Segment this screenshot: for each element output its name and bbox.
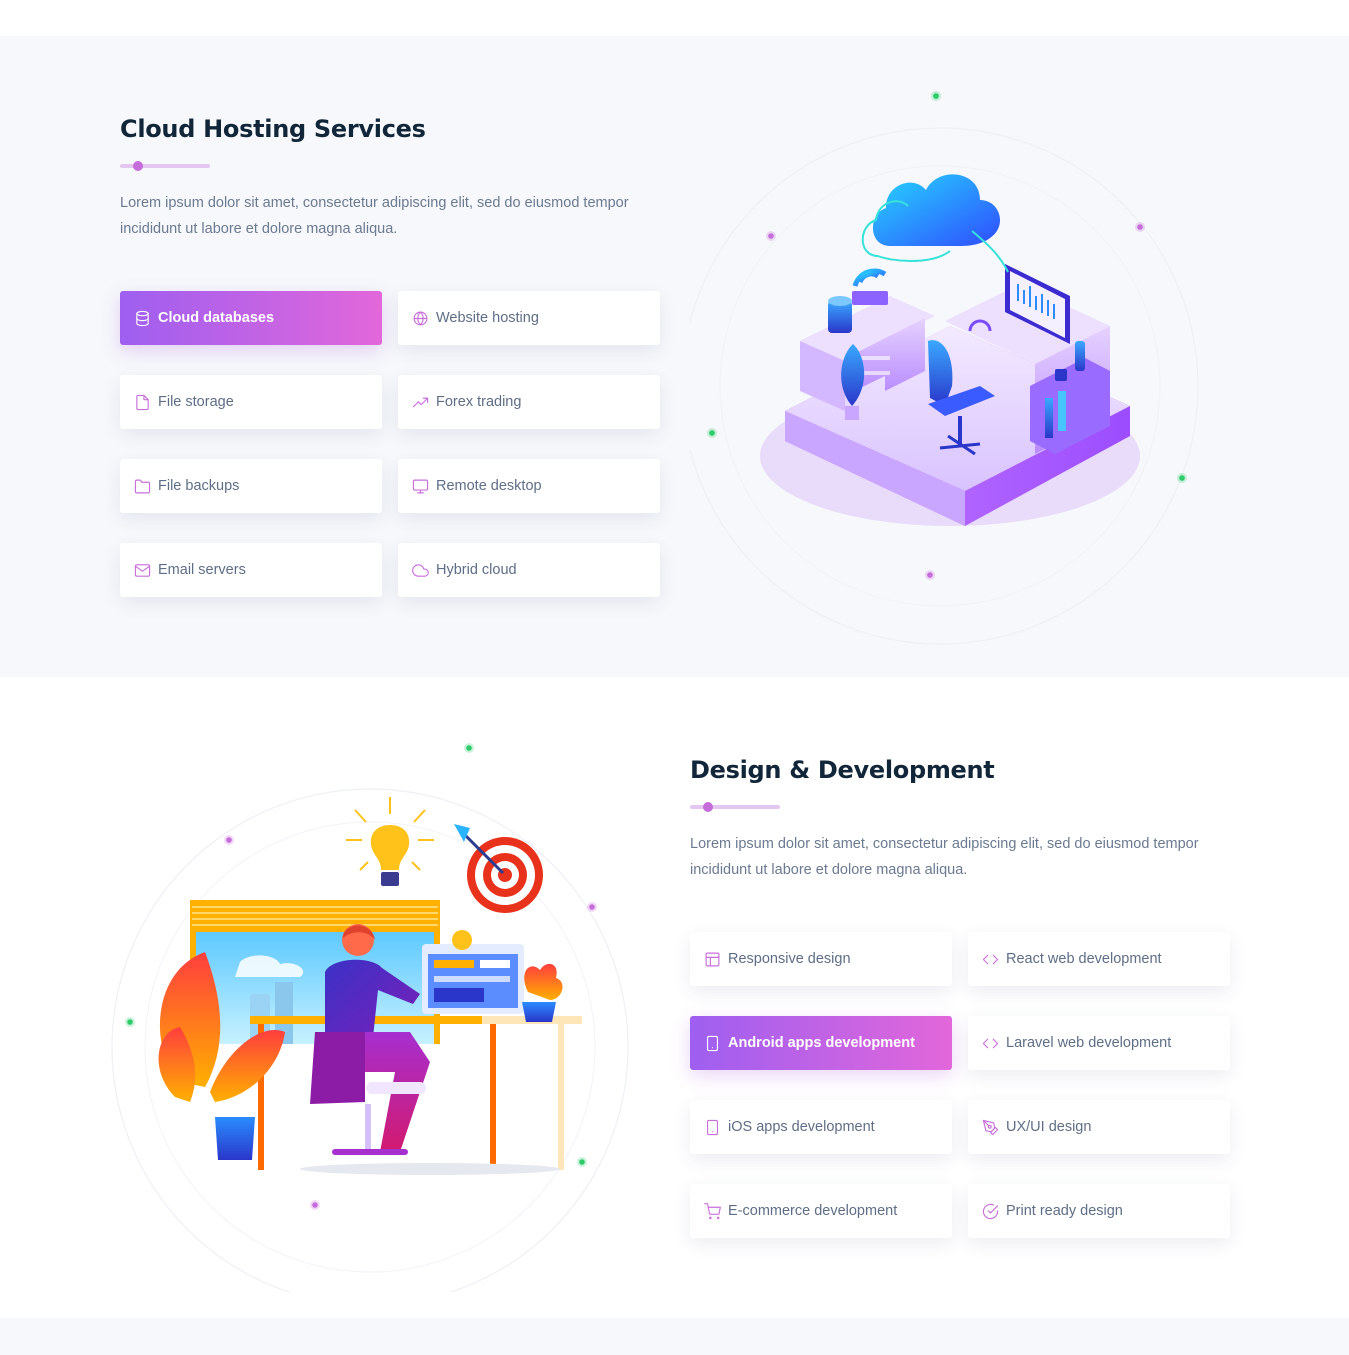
smartphone-icon xyxy=(703,1118,721,1136)
design-development-section: Design & Development Lorem ipsum dolor s… xyxy=(0,677,1349,1318)
code-icon xyxy=(981,1034,999,1052)
cloud-hosting-illustration xyxy=(681,86,1230,646)
title-underline-dot xyxy=(703,802,713,812)
check-circle-icon xyxy=(981,1202,999,1220)
database-icon xyxy=(133,309,151,327)
section-title: Cloud Hosting Services xyxy=(120,115,426,143)
service-card-label: Responsive design xyxy=(728,951,851,967)
section-description: Lorem ipsum dolor sit amet, consectetur … xyxy=(120,195,629,237)
service-card-label: UX/UI design xyxy=(1006,1119,1092,1135)
service-card-email-servers[interactable]: Email servers xyxy=(120,543,382,597)
service-card-label: Forex trading xyxy=(436,394,522,410)
service-card-label: Email servers xyxy=(158,562,246,578)
mail-icon xyxy=(133,561,151,579)
service-card-forex-trading[interactable]: Forex trading xyxy=(398,375,660,429)
service-card-label: Website hosting xyxy=(436,310,539,326)
service-card-ios-apps-development[interactable]: iOS apps development xyxy=(690,1100,952,1154)
service-card-label: Remote desktop xyxy=(436,478,542,494)
service-card-android-apps-development[interactable]: Android apps development xyxy=(690,1016,952,1070)
service-card-label: File storage xyxy=(158,394,234,410)
service-card-label: Cloud databases xyxy=(158,310,275,326)
pen-tool-icon xyxy=(981,1118,999,1136)
service-card-remote-desktop[interactable]: Remote desktop xyxy=(398,459,660,513)
service-card-label: iOS apps development xyxy=(728,1119,875,1135)
section-title: Design & Development xyxy=(690,756,995,784)
service-card-file-storage[interactable]: File storage xyxy=(120,375,382,429)
service-card-label: Print ready design xyxy=(1006,1203,1123,1219)
bottom-strip xyxy=(0,1318,1349,1355)
section-description: Lorem ipsum dolor sit amet, consectetur … xyxy=(690,836,1199,878)
folder-icon xyxy=(133,477,151,495)
service-card-label: File backups xyxy=(158,478,240,494)
code-icon xyxy=(981,950,999,968)
monitor-icon xyxy=(411,477,429,495)
design-development-illustration xyxy=(110,732,670,1306)
cloud-icon xyxy=(411,561,429,579)
shopping-cart-icon xyxy=(703,1202,721,1220)
service-card-label: Android apps development xyxy=(728,1035,915,1051)
service-card-print-ready-design[interactable]: Print ready design xyxy=(968,1184,1230,1238)
service-card-file-backups[interactable]: File backups xyxy=(120,459,382,513)
service-card-hybrid-cloud[interactable]: Hybrid cloud xyxy=(398,543,660,597)
service-card-react-web-development[interactable]: React web development xyxy=(968,932,1230,986)
service-card-label: E-commerce development xyxy=(728,1203,898,1219)
trending-up-icon xyxy=(411,393,429,411)
design-development-content: Design & Development Lorem ipsum dolor s… xyxy=(690,755,1230,1238)
service-card-website-hosting[interactable]: Website hosting xyxy=(398,291,660,345)
service-card-label: Hybrid cloud xyxy=(436,562,517,578)
service-card-label: Laravel web development xyxy=(1006,1035,1172,1051)
title-underline-dot xyxy=(133,161,143,171)
service-card-ux-ui-design[interactable]: UX/UI design xyxy=(968,1100,1230,1154)
service-card-e-commerce-development[interactable]: E-commerce development xyxy=(690,1184,952,1238)
cloud-hosting-content: Cloud Hosting Services Lorem ipsum dolor… xyxy=(120,114,660,597)
service-card-cloud-databases[interactable]: Cloud databases xyxy=(120,291,382,345)
cloud-hosting-section: Cloud Hosting Services Lorem ipsum dolor… xyxy=(0,36,1349,677)
service-card-responsive-design[interactable]: Responsive design xyxy=(690,932,952,986)
top-strip xyxy=(0,0,1349,36)
layout-icon xyxy=(703,950,721,968)
smartphone-icon xyxy=(703,1034,721,1052)
title-underline xyxy=(120,161,210,171)
globe-icon xyxy=(411,309,429,327)
title-underline xyxy=(690,802,780,812)
file-icon xyxy=(133,393,151,411)
service-card-laravel-web-development[interactable]: Laravel web development xyxy=(968,1016,1230,1070)
service-card-label: React web development xyxy=(1006,951,1162,967)
